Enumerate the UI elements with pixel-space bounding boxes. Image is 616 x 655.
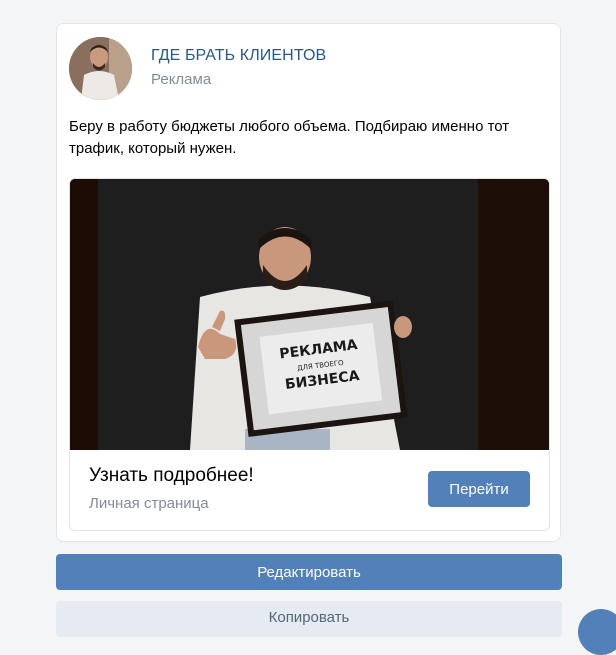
ad-photo: РЕКЛАМА ДЛЯ ТВОЕГО БИЗНЕСА (70, 179, 549, 450)
ad-attachment[interactable]: РЕКЛАМА ДЛЯ ТВОЕГО БИЗНЕСА Узнать подроб… (69, 178, 550, 531)
author-name-link[interactable]: ГДЕ БРАТЬ КЛИЕНТОВ (151, 47, 326, 65)
avatar[interactable] (69, 37, 132, 100)
cta-title: Узнать подробнее! (89, 465, 254, 486)
go-button[interactable]: Перейти (428, 471, 530, 507)
cta-subtitle: Личная страница (89, 495, 209, 512)
ad-label: Реклама (151, 71, 212, 88)
ad-image[interactable]: РЕКЛАМА ДЛЯ ТВОЕГО БИЗНЕСА (70, 179, 549, 450)
floating-action-button[interactable] (578, 609, 616, 655)
person-photo-icon (69, 37, 132, 100)
ad-post-card: ГДЕ БРАТЬ КЛИЕНТОВ Реклама Беру в работу… (56, 23, 561, 542)
copy-button[interactable]: Копировать (56, 601, 562, 637)
edit-button[interactable]: Редактировать (56, 554, 562, 590)
post-text: Беру в работу бюджеты любого объема. Под… (69, 118, 510, 157)
